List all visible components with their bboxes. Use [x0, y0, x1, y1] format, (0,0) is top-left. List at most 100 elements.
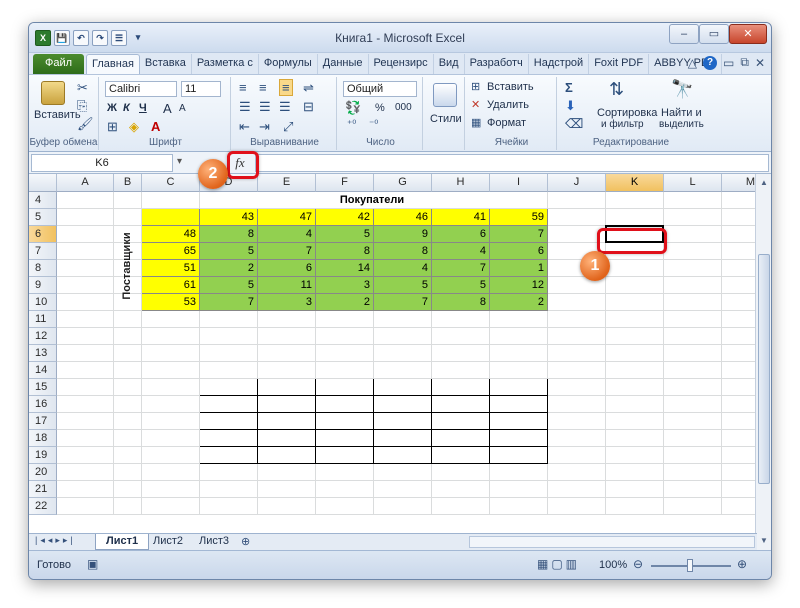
- sheet-nav-icon[interactable]: |◂◂▸▸|: [35, 535, 76, 546]
- cell[interactable]: [316, 362, 374, 379]
- align-top-icon[interactable]: ≡: [239, 80, 247, 95]
- tab-foxit-pdf[interactable]: Foxit PDF: [589, 54, 650, 74]
- tab-home[interactable]: Главная: [86, 54, 140, 74]
- cell[interactable]: [606, 345, 664, 362]
- merge-icon[interactable]: ⊟: [303, 99, 314, 115]
- ribbon-collapse-icon[interactable]: △: [688, 56, 697, 70]
- cell[interactable]: [432, 481, 490, 498]
- cell[interactable]: [142, 396, 200, 413]
- cell[interactable]: 5: [432, 277, 490, 294]
- row-header-16[interactable]: 16: [29, 396, 57, 413]
- cell[interactable]: 6: [432, 226, 490, 243]
- column-header-m[interactable]: M: [722, 174, 757, 192]
- cell[interactable]: [722, 362, 757, 379]
- cell[interactable]: [57, 192, 114, 209]
- cell[interactable]: [432, 464, 490, 481]
- cell[interactable]: [664, 362, 722, 379]
- row-header-20[interactable]: 20: [29, 464, 57, 481]
- tab-developer[interactable]: Разработч: [465, 54, 529, 74]
- cell[interactable]: [432, 311, 490, 328]
- cell[interactable]: [606, 362, 664, 379]
- cell[interactable]: [374, 430, 432, 447]
- cell[interactable]: [57, 311, 114, 328]
- cell[interactable]: 5: [200, 243, 258, 260]
- cell[interactable]: [200, 362, 258, 379]
- cell[interactable]: [432, 430, 490, 447]
- cell[interactable]: [548, 498, 606, 515]
- sheet-tab-1[interactable]: Лист1: [95, 534, 150, 550]
- cell[interactable]: [490, 413, 548, 430]
- align-middle-icon[interactable]: ≡: [259, 80, 267, 95]
- column-header-f[interactable]: F: [316, 174, 374, 192]
- cell[interactable]: [548, 481, 606, 498]
- cell[interactable]: [142, 413, 200, 430]
- cell[interactable]: 5: [316, 226, 374, 243]
- cell[interactable]: 46: [374, 209, 432, 226]
- cell[interactable]: [114, 192, 142, 209]
- decrease-decimal-icon[interactable]: ⁻⁰: [369, 119, 378, 130]
- cell[interactable]: [548, 396, 606, 413]
- cell[interactable]: [258, 481, 316, 498]
- cell[interactable]: [722, 430, 757, 447]
- cell[interactable]: 7: [432, 260, 490, 277]
- cell[interactable]: 7: [374, 294, 432, 311]
- cell[interactable]: [490, 430, 548, 447]
- vertical-scrollbar[interactable]: ▲ ▼: [755, 174, 771, 550]
- row-header-10[interactable]: 10: [29, 294, 57, 311]
- cell[interactable]: [490, 498, 548, 515]
- bold-button[interactable]: Ж: [107, 102, 117, 114]
- cell[interactable]: [114, 498, 142, 515]
- cell[interactable]: [57, 430, 114, 447]
- cell[interactable]: [200, 464, 258, 481]
- cell[interactable]: 3: [316, 277, 374, 294]
- cell[interactable]: [664, 226, 722, 243]
- cell[interactable]: [548, 192, 606, 209]
- cell[interactable]: [490, 328, 548, 345]
- column-header-g[interactable]: G: [374, 174, 432, 192]
- cell[interactable]: [490, 464, 548, 481]
- cell[interactable]: 2: [490, 294, 548, 311]
- cell[interactable]: [432, 413, 490, 430]
- view-buttons-icon[interactable]: ▦▢▥: [537, 557, 580, 571]
- copy-icon[interactable]: ⎘: [77, 98, 87, 114]
- cell[interactable]: [548, 379, 606, 396]
- restore-button[interactable]: ▭: [699, 24, 729, 44]
- paste-label[interactable]: Вставить: [34, 109, 81, 121]
- minimize-button[interactable]: –: [669, 24, 699, 44]
- cell[interactable]: 48: [142, 226, 200, 243]
- italic-button[interactable]: К: [123, 102, 130, 114]
- cell[interactable]: 8: [374, 243, 432, 260]
- cell[interactable]: [57, 277, 114, 294]
- cell[interactable]: 7: [258, 243, 316, 260]
- currency-icon[interactable]: 💱: [345, 100, 361, 116]
- cell[interactable]: [316, 379, 374, 396]
- cell[interactable]: [200, 430, 258, 447]
- grow-font-button[interactable]: A: [163, 101, 172, 116]
- cell[interactable]: [142, 209, 200, 226]
- find-select-icon[interactable]: 🔭: [671, 79, 693, 100]
- row-header-17[interactable]: 17: [29, 413, 57, 430]
- tab-view[interactable]: Вид: [434, 54, 465, 74]
- align-bottom-icon[interactable]: ≡: [279, 79, 293, 96]
- column-header-e[interactable]: E: [258, 174, 316, 192]
- select-all-corner[interactable]: [29, 174, 57, 192]
- cell[interactable]: [200, 311, 258, 328]
- cell[interactable]: [114, 345, 142, 362]
- cell[interactable]: [548, 209, 606, 226]
- cell[interactable]: [114, 447, 142, 464]
- cut-icon[interactable]: ✂: [77, 80, 88, 96]
- cell[interactable]: [490, 447, 548, 464]
- cell[interactable]: [258, 498, 316, 515]
- cell[interactable]: 8: [432, 294, 490, 311]
- increase-indent-icon[interactable]: ⇥: [259, 119, 270, 135]
- column-header-j[interactable]: J: [548, 174, 606, 192]
- zoom-level[interactable]: 100%: [599, 559, 627, 571]
- cell[interactable]: [548, 413, 606, 430]
- align-right-icon[interactable]: ☰: [279, 99, 291, 115]
- underline-button[interactable]: Ч: [139, 102, 147, 114]
- cell[interactable]: [142, 447, 200, 464]
- cell[interactable]: [490, 481, 548, 498]
- format-painter-icon[interactable]: 🖌: [77, 116, 94, 132]
- cell[interactable]: [606, 464, 664, 481]
- cell[interactable]: 4: [374, 260, 432, 277]
